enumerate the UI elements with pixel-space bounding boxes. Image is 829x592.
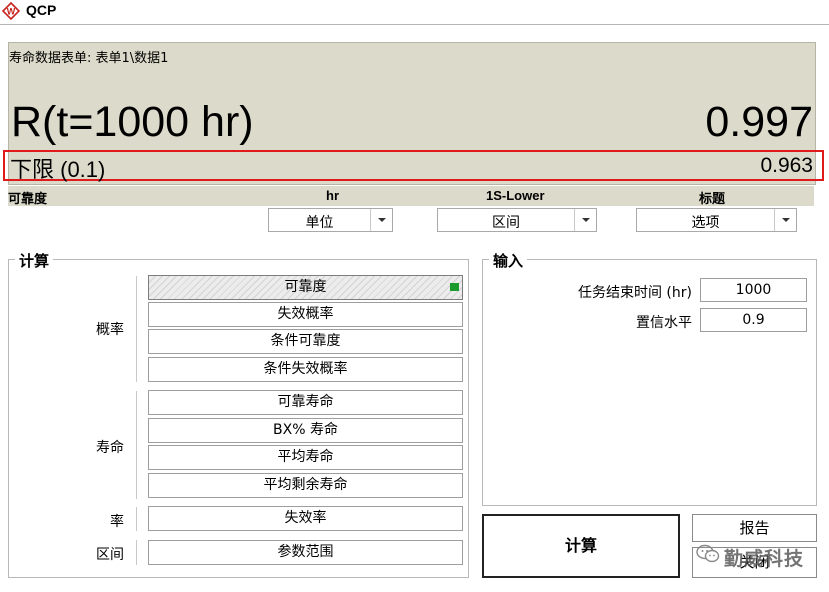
option-label: 失效率: [284, 510, 327, 526]
header-metric: 可靠度: [8, 191, 48, 206]
options-dropdown-value: 选项: [691, 215, 720, 231]
option-reliability[interactable]: 可靠度: [148, 275, 463, 300]
option-conditional-reliability[interactable]: 条件可靠度: [148, 329, 463, 354]
report-button[interactable]: 报告: [692, 514, 817, 542]
svg-text:W: W: [7, 7, 16, 17]
category-life: 寿命: [96, 440, 124, 456]
header-unit: hr: [326, 188, 339, 203]
option-bx-life[interactable]: BX% 寿命: [148, 418, 463, 443]
column-headers: 可靠度 hr 1S-Lower 标题: [8, 186, 814, 206]
confidence-level-label: 置信水平: [636, 315, 692, 331]
lower-bound-highlight: [3, 150, 824, 181]
chevron-down-icon[interactable]: [370, 209, 392, 231]
option-label: 条件可靠度: [270, 333, 341, 349]
category-interval: 区间: [96, 547, 124, 563]
input-group-title: 输入: [489, 250, 528, 271]
option-label: 可靠度: [284, 279, 327, 295]
interval-dropdown[interactable]: 区间: [437, 208, 597, 232]
wechat-icon: [696, 544, 720, 563]
result-value: 0.997: [705, 98, 813, 146]
watermark-text: 勤威科技: [724, 548, 805, 570]
unit-dropdown[interactable]: 单位: [268, 208, 393, 232]
mission-end-time-label: 任务结束时间 (hr): [577, 285, 692, 301]
divider: [136, 276, 137, 382]
chevron-down-icon[interactable]: [774, 209, 796, 231]
option-label: 平均剩余寿命: [263, 477, 348, 493]
option-label: 参数范围: [277, 544, 334, 560]
confidence-level-field[interactable]: 0.9: [700, 308, 807, 332]
chevron-down-icon[interactable]: [574, 209, 596, 231]
option-parameter-bounds[interactable]: 参数范围: [148, 540, 463, 565]
option-label: 条件失效概率: [263, 361, 348, 377]
category-probability: 概率: [96, 322, 124, 338]
category-rate: 率: [110, 514, 124, 530]
sheet-path: 寿命数据表单: 表单1\数据1: [9, 51, 169, 66]
option-label: 失效概率: [277, 306, 334, 322]
option-label: 可靠寿命: [277, 394, 334, 410]
app-logo-icon: W: [2, 2, 20, 20]
option-label: 平均寿命: [277, 449, 334, 465]
result-label: R(t=1000 hr): [11, 98, 254, 146]
header-title: 标题: [699, 191, 726, 206]
option-failure-rate[interactable]: 失效率: [148, 506, 463, 531]
option-mean-life[interactable]: 平均寿命: [148, 445, 463, 470]
option-failure-probability[interactable]: 失效概率: [148, 302, 463, 327]
divider: [136, 540, 137, 565]
mission-end-time-field[interactable]: 1000: [700, 278, 807, 302]
interval-dropdown-value: 区间: [492, 215, 520, 231]
window-title: QCP: [26, 2, 57, 18]
selected-indicator-icon: [450, 283, 459, 291]
calc-group-title: 计算: [15, 250, 54, 271]
header-interval: 1S-Lower: [486, 188, 545, 203]
divider: [136, 507, 137, 531]
title-bar: [0, 0, 829, 25]
option-mean-remaining-life[interactable]: 平均剩余寿命: [148, 473, 463, 498]
unit-dropdown-value: 单位: [305, 215, 334, 231]
lower-bound-value: 0.963: [760, 154, 813, 177]
option-conditional-failure-probability[interactable]: 条件失效概率: [148, 357, 463, 382]
options-dropdown[interactable]: 选项: [636, 208, 797, 232]
option-label: BX% 寿命: [273, 422, 338, 438]
option-reliable-life[interactable]: 可靠寿命: [148, 390, 463, 415]
calculate-button[interactable]: 计算: [482, 514, 680, 578]
divider: [136, 391, 137, 499]
lower-bound-label: 下限 (0.1): [10, 157, 106, 182]
